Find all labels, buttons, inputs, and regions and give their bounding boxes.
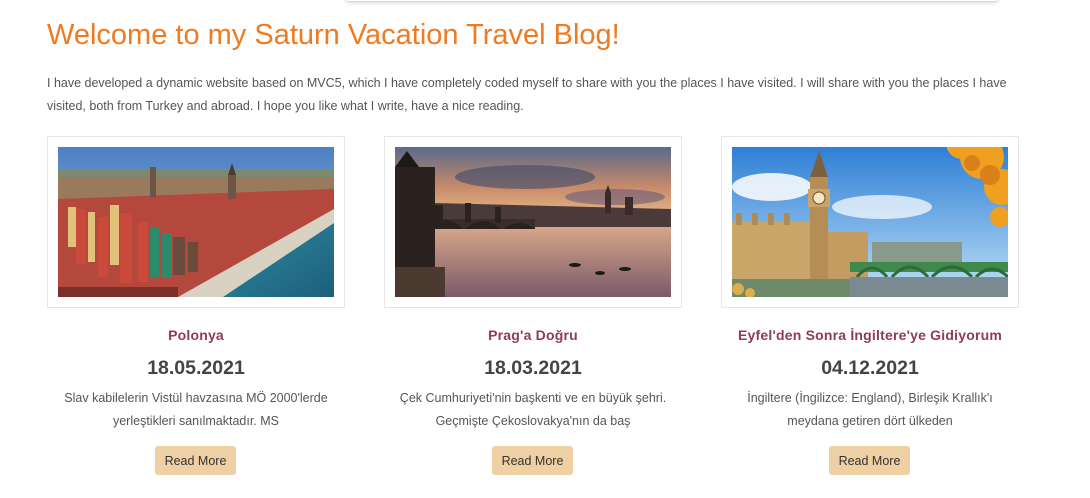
post-excerpt: İngiltere (İngilizce: England), Birleşik… <box>721 387 1019 433</box>
post-excerpt: Slav kabilelerin Vistül havzasına MÖ 200… <box>47 387 345 433</box>
post-title[interactable]: Prag'a Doğru <box>384 327 682 343</box>
read-more-button[interactable]: Read More <box>155 446 236 475</box>
prague-charles-bridge-photo <box>395 147 671 297</box>
post-image-frame[interactable] <box>721 136 1019 308</box>
blog-home-page: Welcome to my Saturn Vacation Travel Blo… <box>0 0 1090 498</box>
read-more-button[interactable]: Read More <box>492 446 573 475</box>
post-title[interactable]: Polonya <box>47 327 345 343</box>
post-card-prag: Prag'a Doğru 18.03.2021 Çek Cumhuriyeti'… <box>384 136 682 478</box>
post-excerpt-line: Çek Cumhuriyeti'nin başkenti ve en büyük… <box>399 391 667 405</box>
read-more-button[interactable]: Read More <box>829 446 910 475</box>
post-title[interactable]: Eyfel'den Sonra İngiltere'ye Gidiyorum <box>721 327 1019 343</box>
post-image-frame[interactable] <box>47 136 345 308</box>
post-excerpt: Çek Cumhuriyeti'nin başkenti ve en büyük… <box>384 387 682 433</box>
post-excerpt-line: meydana getiren dört ülkeden <box>787 414 953 428</box>
post-card-ingiltere: Eyfel'den Sonra İngiltere'ye Gidiyorum 0… <box>721 136 1019 478</box>
post-date: 04.12.2021 <box>821 357 919 379</box>
gdansk-riverside-photo <box>58 147 334 297</box>
post-excerpt-line: Geçmişte Çekoslovakya'nın da baş <box>435 414 631 428</box>
post-excerpt-line: Slav kabilelerin Vistül havzasına MÖ 200… <box>64 391 328 405</box>
post-image-frame[interactable] <box>384 136 682 308</box>
post-card-polonya: Polonya 18.05.2021 Slav kabilelerin Vist… <box>47 136 345 478</box>
navbar-bottom-edge <box>346 0 998 1</box>
page-title: Welcome to my Saturn Vacation Travel Blo… <box>47 19 620 51</box>
post-excerpt-line: İngiltere (İngilizce: England), Birleşik… <box>747 391 993 405</box>
post-excerpt-line: yerleştikleri sanılmaktadır. MS <box>112 414 280 428</box>
intro-paragraph: I have developed a dynamic website based… <box>47 76 1007 113</box>
post-date: 18.03.2021 <box>484 357 582 379</box>
post-date: 18.05.2021 <box>147 357 245 379</box>
big-ben-westminster-photo <box>732 147 1008 297</box>
